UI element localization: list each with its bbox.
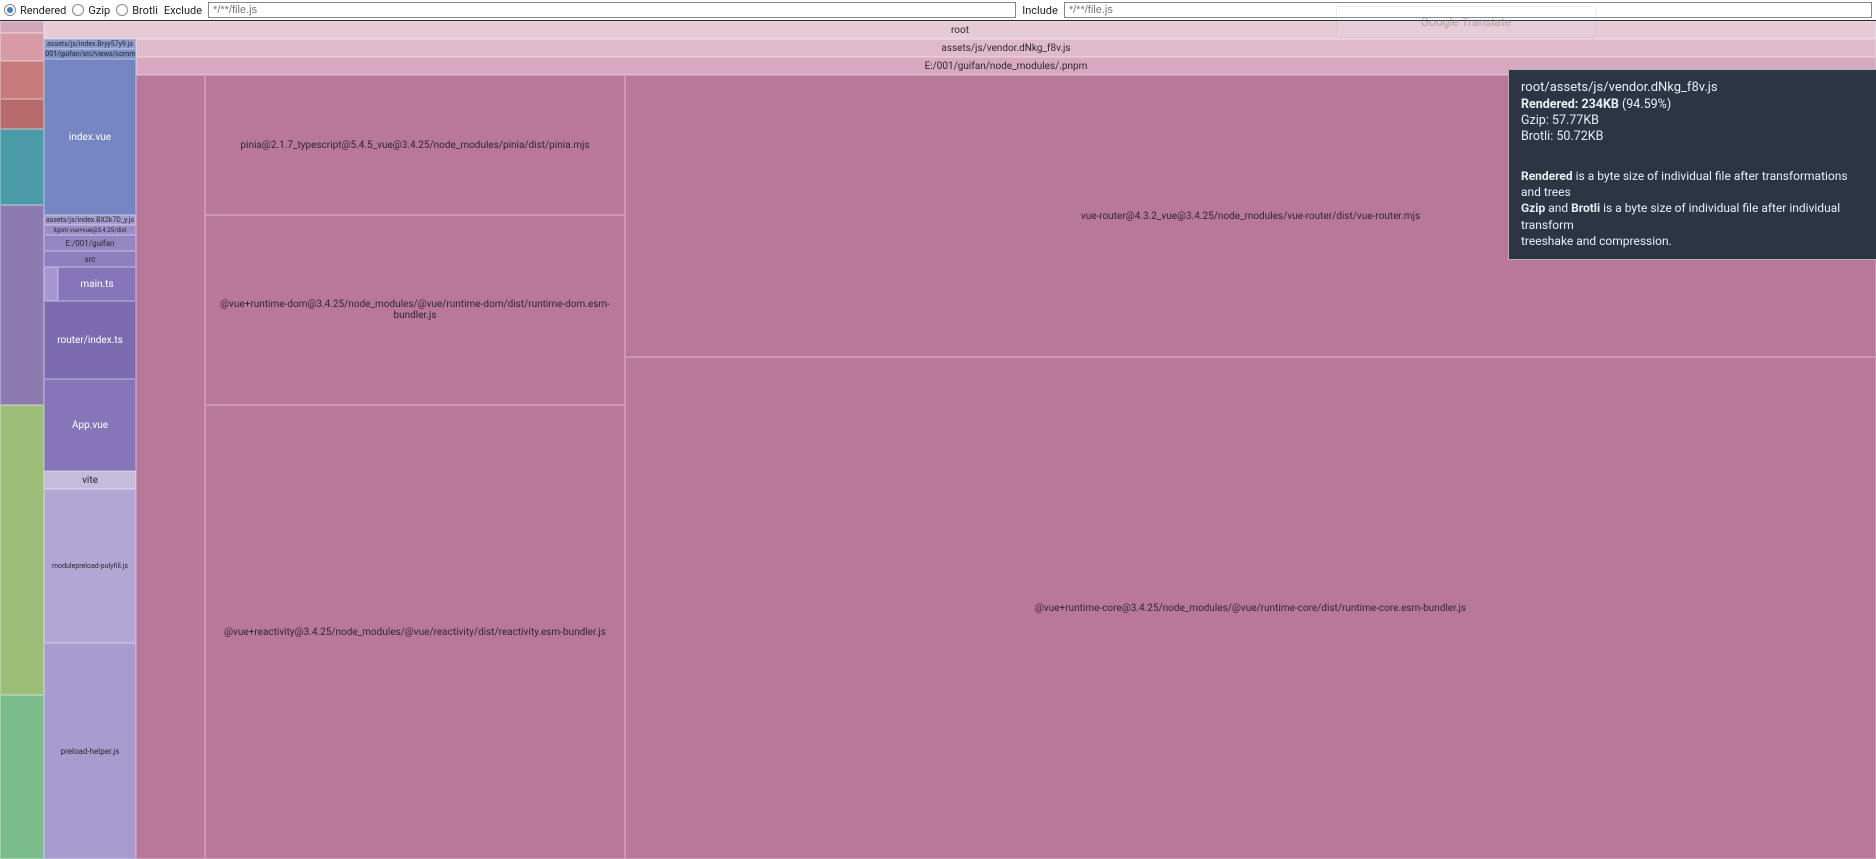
include-label: Include — [1022, 4, 1058, 17]
cell-src[interactable]: src — [44, 251, 136, 267]
tooltip-desc-bold: Rendered — [1521, 169, 1573, 183]
cell-label:  vite — [82, 475, 98, 486]
exclude-input[interactable] — [208, 2, 1016, 18]
tooltip-desc: Rendered is a byte size of individual fi… — [1521, 168, 1865, 249]
cell-label: @vue+runtime-dom@3.4.25/node_modules/@vu… — [206, 299, 624, 321]
cell-bundle-2[interactable]: assets/js/index.Bryy57y9.js — [44, 39, 136, 49]
tooltip-rendered: Rendered: 234KB (94.59%) — [1521, 97, 1865, 112]
cell-label: router/index.ts — [57, 335, 123, 346]
tooltip-desc-text: and — [1545, 201, 1571, 215]
cell-index-vue[interactable]: index.vue — [44, 59, 136, 215]
tooltip-desc-bold: Brotli — [1571, 201, 1600, 215]
cell-label: root — [951, 25, 969, 36]
tooltip-path: root/assets/js/vendor.dNkg_f8v.js — [1521, 80, 1865, 95]
tooltip-rendered-value: 234KB — [1581, 97, 1618, 112]
cell-left-strip[interactable] — [136, 75, 205, 859]
tooltip-gzip: Gzip: 57.77KB — [1521, 113, 1865, 128]
radio-label: Rendered — [20, 4, 66, 17]
cell-label: @vue+reactivity@3.4.25/node_modules/@vue… — [224, 627, 606, 638]
cell-main-ts[interactable]: main.ts — [58, 267, 136, 301]
tooltip-desc-bold: Gzip — [1521, 201, 1545, 215]
cell-bundle-2-sub[interactable]: E:/001/guifan/src/views/common — [44, 49, 136, 59]
cell-modulepreload[interactable]: modulepreload-polyfill.js — [44, 489, 136, 643]
cell-label: assets/js/index.Bryy57y9.js — [47, 40, 133, 48]
tooltip-brotli: Brotli: 50.72KB — [1521, 129, 1865, 144]
cell-runtime-core[interactable]: @vue+runtime-core@3.4.25/node_modules/@v… — [625, 357, 1876, 859]
cell-label: main.ts — [80, 279, 113, 290]
exclude-label: Exclude — [164, 4, 202, 17]
cell-pinia[interactable]: pinia@2.1.7_typescript@5.4.5_vue@3.4.25/… — [205, 75, 625, 215]
tooltip: root/assets/js/vendor.dNkg_f8v.js Render… — [1508, 69, 1876, 260]
google-translate-widget[interactable]: Google Translate — [1336, 6, 1596, 38]
cell-eguifan[interactable]: E:/001/guifan — [44, 235, 136, 251]
radio-rendered[interactable]: Rendered — [4, 4, 66, 17]
tooltip-rendered-label: Rendered: — [1521, 97, 1578, 112]
cell-bundle-3-sub[interactable]: lignm vue+vue@3.4.25/dist — [44, 225, 136, 235]
radio-label: Gzip — [88, 4, 110, 17]
cell-reactivity[interactable]: @vue+reactivity@3.4.25/node_modules/@vue… — [205, 405, 625, 859]
cell-label: App.vue — [72, 420, 108, 431]
cell-vite[interactable]:  vite — [44, 471, 136, 489]
tooltip-brotli-label: Brotli: — [1521, 129, 1553, 144]
cell-label: vue-router@4.3.2_vue@3.4.25/node_modules… — [1081, 211, 1420, 222]
tooltip-desc-text: treeshake and compression. — [1521, 233, 1865, 249]
treemap-minibar — [0, 21, 44, 858]
cell-label: assets/js/index.BX2k7D_y.js — [46, 216, 134, 224]
cell-preload-helper[interactable]: preload-helper.js — [44, 643, 136, 859]
cell-label: @vue+runtime-core@3.4.25/node_modules/@v… — [1035, 603, 1466, 614]
cell-vendor[interactable]: assets/js/vendor.dNkg_f8v.js — [136, 39, 1876, 57]
cell-runtime-dom[interactable]: @vue+runtime-dom@3.4.25/node_modules/@vu… — [205, 215, 625, 405]
cell-bundle-3[interactable]: assets/js/index.BX2k7D_y.js — [44, 215, 136, 225]
cell-label: pinia@2.1.7_typescript@5.4.5_vue@3.4.25/… — [240, 140, 589, 151]
radio-brotli[interactable]: Brotli — [116, 4, 158, 17]
radio-gzip[interactable]: Gzip — [72, 4, 110, 17]
tooltip-gzip-value: 57.77KB — [1552, 113, 1599, 128]
tooltip-rendered-pct: (94.59%) — [1622, 97, 1671, 112]
translate-label: Google Translate — [1421, 15, 1511, 29]
cell-label: src — [85, 255, 96, 264]
radio-icon — [4, 4, 16, 16]
tooltip-gzip-label: Gzip: — [1521, 113, 1549, 128]
cell-label: modulepreload-polyfill.js — [52, 562, 128, 570]
radio-icon — [116, 4, 128, 16]
cell-label: E:/001/guifan/node_modules/.pnpm — [925, 61, 1088, 72]
cell-root[interactable]: root — [44, 21, 1876, 39]
cell-label: E:/001/guifan — [66, 239, 115, 248]
cell-label: index.vue — [69, 132, 111, 143]
cell-label: E:/001/guifan/src/views/common — [44, 50, 136, 58]
tooltip-brotli-value: 50.72KB — [1556, 129, 1603, 144]
radio-label: Brotli — [132, 4, 158, 17]
radio-icon — [72, 4, 84, 16]
cell-router-index[interactable]: router/index.ts — [44, 301, 136, 379]
cell-label: preload-helper.js — [61, 747, 120, 756]
cell-main-side[interactable] — [44, 267, 58, 301]
cell-label: assets/js/vendor.dNkg_f8v.js — [941, 43, 1070, 54]
cell-app-vue[interactable]: App.vue — [44, 379, 136, 471]
cell-label: lignm vue+vue@3.4.25/dist — [54, 227, 127, 234]
